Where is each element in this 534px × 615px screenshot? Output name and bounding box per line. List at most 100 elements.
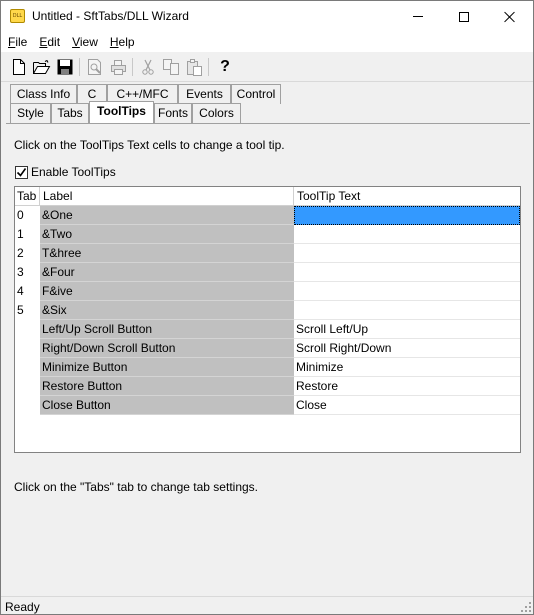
cell-label: Restore Button bbox=[40, 377, 294, 396]
open-folder-icon bbox=[33, 59, 51, 74]
tab-colors[interactable]: Colors bbox=[192, 103, 241, 123]
header-label[interactable]: Label bbox=[40, 187, 294, 206]
enable-tooltips-row: Enable ToolTips bbox=[15, 165, 116, 179]
table-row: 5 &Six bbox=[15, 301, 520, 320]
cell-label: Minimize Button bbox=[40, 358, 294, 377]
tab-control[interactable]: Control bbox=[231, 84, 281, 104]
tooltip-grid: Tab Label ToolTip Text 0 &One 1 &Two 2 T&hree… bbox=[14, 186, 521, 453]
help-question-icon: ? bbox=[220, 58, 230, 75]
cell-label: Left/Up Scroll Button bbox=[40, 320, 294, 339]
table-row: Right/Down Scroll Button Scroll Right/Dow… bbox=[15, 339, 520, 358]
cell-tooltip-text[interactable] bbox=[294, 282, 520, 301]
minimize-icon bbox=[413, 16, 423, 17]
cell-label: &Four bbox=[40, 263, 294, 282]
toolbar: ? bbox=[1, 52, 533, 82]
resize-grip-icon[interactable] bbox=[521, 602, 531, 612]
minimize-button[interactable] bbox=[395, 1, 441, 32]
copy-icon bbox=[162, 59, 179, 75]
toolbar-separator bbox=[132, 58, 133, 76]
cell-tooltip-text[interactable] bbox=[294, 263, 520, 282]
save-disk-icon bbox=[57, 59, 73, 75]
cell-label: T&hree bbox=[40, 244, 294, 263]
menu-help[interactable]: Help bbox=[104, 32, 141, 52]
cut-button[interactable] bbox=[139, 58, 157, 76]
cell-tooltip-text[interactable] bbox=[294, 301, 520, 320]
cell-tab: 4 bbox=[15, 282, 40, 301]
maximize-button[interactable] bbox=[441, 1, 487, 32]
menu-edit[interactable]: Edit bbox=[33, 32, 66, 52]
cell-tab: 1 bbox=[15, 225, 40, 244]
table-row: 1 &Two bbox=[15, 225, 520, 244]
main-window: DLL Untitled - SftTabs/DLL Wizard File E… bbox=[0, 0, 534, 615]
cell-tab bbox=[15, 339, 40, 358]
print-icon bbox=[110, 59, 126, 75]
table-row: Close Button Close bbox=[15, 396, 520, 415]
cell-label: &Six bbox=[40, 301, 294, 320]
menu-help-mnemonic: H bbox=[109, 35, 119, 49]
grid-header: Tab Label ToolTip Text bbox=[15, 187, 520, 206]
close-window-button[interactable] bbox=[487, 1, 533, 32]
title-bar: DLL Untitled - SftTabs/DLL Wizard bbox=[1, 1, 533, 32]
cell-tooltip-text[interactable]: Restore bbox=[294, 377, 520, 396]
cell-tooltip-text[interactable] bbox=[294, 225, 520, 244]
table-row: 2 T&hree bbox=[15, 244, 520, 263]
status-text: Ready bbox=[5, 600, 40, 614]
tab-style[interactable]: Style bbox=[10, 103, 51, 123]
menu-view[interactable]: View bbox=[66, 32, 104, 52]
new-file-icon bbox=[13, 59, 25, 75]
cell-tab: 5 bbox=[15, 301, 40, 320]
cell-label: Close Button bbox=[40, 396, 294, 415]
enable-tooltips-label[interactable]: Enable ToolTips bbox=[31, 165, 116, 179]
table-row: Left/Up Scroll Button Scroll Left/Up bbox=[15, 320, 520, 339]
print-preview-button[interactable] bbox=[86, 58, 104, 76]
menu-edit-label: dit bbox=[47, 35, 61, 49]
paste-icon bbox=[186, 58, 202, 76]
menu-view-mnemonic: V bbox=[72, 35, 80, 49]
header-tooltip-text[interactable]: ToolTip Text bbox=[294, 187, 520, 206]
table-row: 0 &One bbox=[15, 206, 520, 225]
menu-view-label: iew bbox=[79, 35, 98, 49]
help-button[interactable]: ? bbox=[216, 58, 234, 76]
tab-tabs[interactable]: Tabs bbox=[51, 103, 89, 123]
cell-tab: 0 bbox=[15, 206, 40, 225]
open-button[interactable] bbox=[33, 58, 51, 76]
instruction-text: Click on the ToolTips Text cells to chan… bbox=[14, 138, 285, 152]
app-icon: DLL bbox=[10, 9, 25, 23]
menu-help-label: elp bbox=[118, 35, 135, 49]
copy-button[interactable] bbox=[162, 58, 180, 76]
save-button[interactable] bbox=[56, 58, 74, 76]
table-row: 3 &Four bbox=[15, 263, 520, 282]
paste-button[interactable] bbox=[185, 58, 203, 76]
cell-tooltip-text[interactable] bbox=[294, 206, 520, 225]
table-row: Restore Button Restore bbox=[15, 377, 520, 396]
new-file-button[interactable] bbox=[10, 58, 28, 76]
menu-file-label: ile bbox=[15, 35, 28, 49]
tab-fonts[interactable]: Fonts bbox=[154, 103, 192, 123]
toolbar-separator bbox=[79, 58, 80, 76]
print-button[interactable] bbox=[109, 58, 127, 76]
cell-tab bbox=[15, 358, 40, 377]
cell-tooltip-text[interactable]: Close bbox=[294, 396, 520, 415]
cell-label: F&ive bbox=[40, 282, 294, 301]
cell-tab: 3 bbox=[15, 263, 40, 282]
tab-events[interactable]: Events bbox=[178, 84, 231, 104]
tab-tooltips[interactable]: ToolTips bbox=[89, 101, 154, 123]
toolbar-separator bbox=[208, 58, 209, 76]
enable-tooltips-checkbox[interactable] bbox=[15, 165, 28, 179]
footer-hint: Click on the "Tabs" tab to change tab se… bbox=[14, 480, 258, 494]
tab-class-info[interactable]: Class Info bbox=[10, 84, 77, 104]
checkmark-icon bbox=[16, 167, 27, 177]
cell-tooltip-text[interactable]: Minimize bbox=[294, 358, 520, 377]
cell-tab bbox=[15, 377, 40, 396]
cell-tooltip-text[interactable]: Scroll Right/Down bbox=[294, 339, 520, 358]
menu-file[interactable]: File bbox=[1, 32, 33, 52]
window-title: Untitled - SftTabs/DLL Wizard bbox=[32, 9, 189, 23]
cell-tooltip-text[interactable] bbox=[294, 244, 520, 263]
table-row: 4 F&ive bbox=[15, 282, 520, 301]
maximize-icon bbox=[459, 11, 469, 22]
header-tab[interactable]: Tab bbox=[15, 187, 40, 206]
menu-bar: File Edit View Help bbox=[1, 32, 533, 52]
cut-icon bbox=[142, 59, 154, 75]
cell-label: &Two bbox=[40, 225, 294, 244]
cell-tooltip-text[interactable]: Scroll Left/Up bbox=[294, 320, 520, 339]
